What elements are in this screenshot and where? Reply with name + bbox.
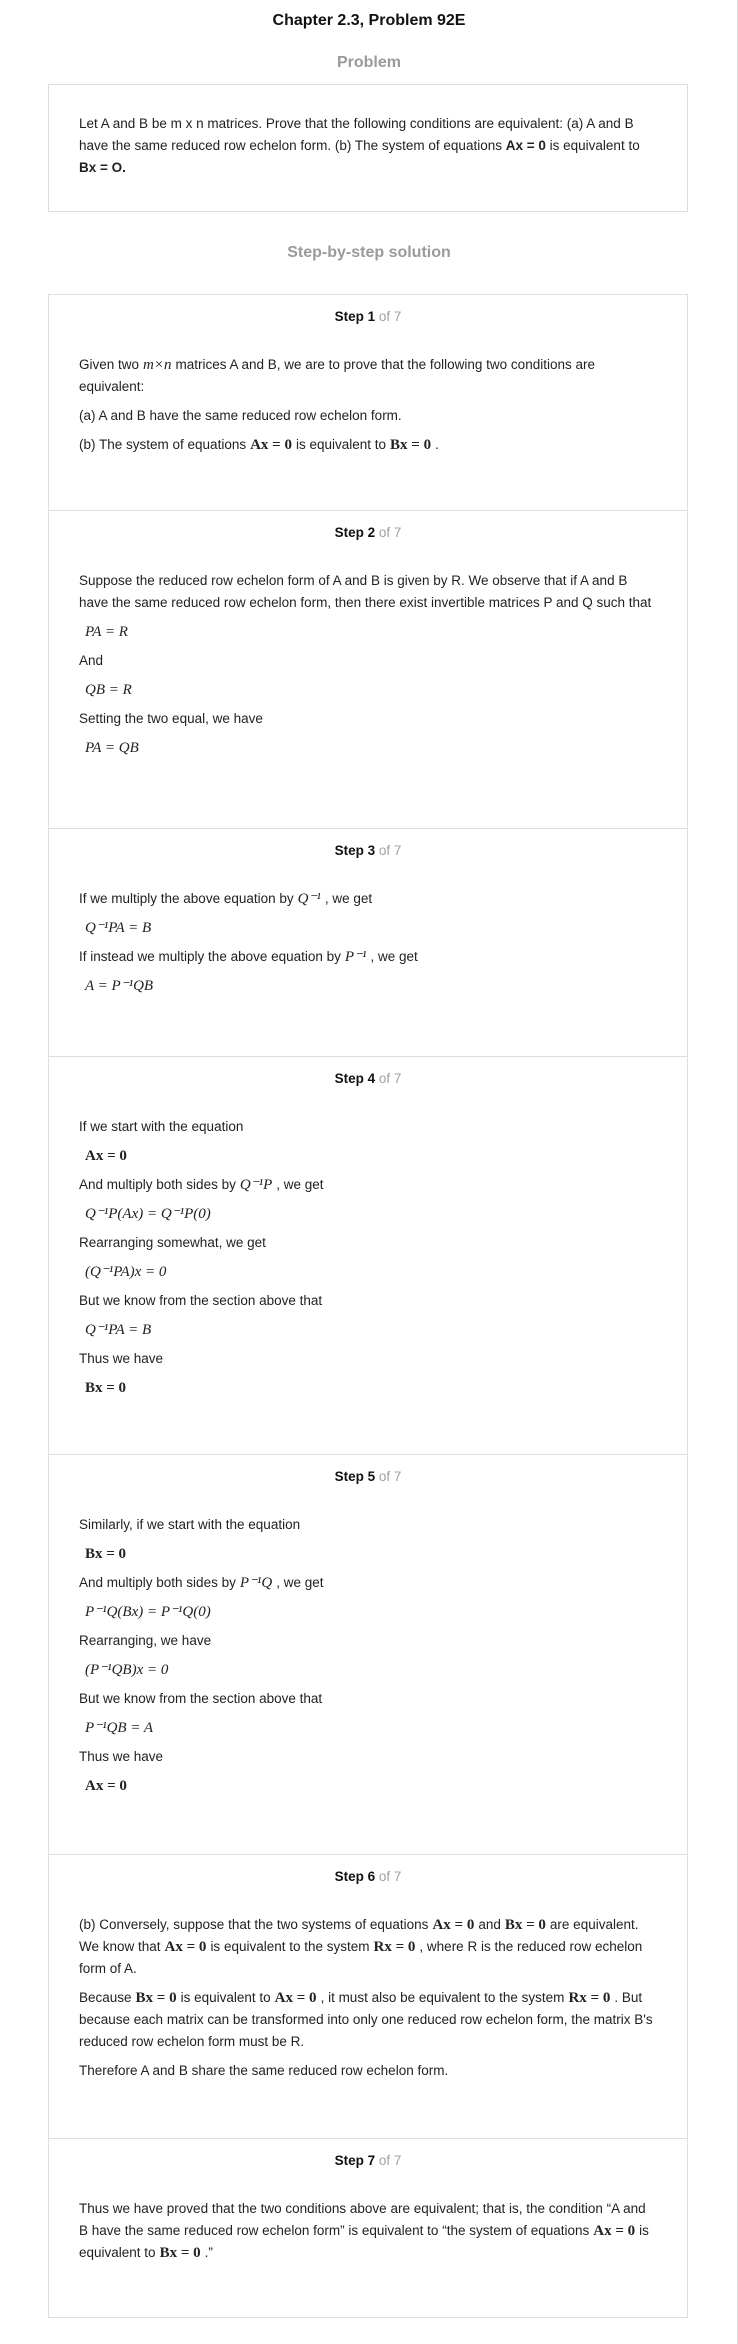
step-4-line-5: Thus we have [79, 1351, 164, 1366]
step-4-line-1: If we start with the equation [79, 1119, 244, 1134]
step-4-eq-5: Bx = 0 [85, 1380, 127, 1396]
step-5-eq-5: Ax = 0 [85, 1778, 127, 1794]
step-3-header: Step 3 of 7 [334, 843, 402, 858]
problem-eq-bx: Bx = O. [79, 160, 126, 175]
step-4-line-3: Rearranging somewhat, we get [79, 1235, 266, 1250]
page-title: Chapter 2.3, Problem 92E [272, 12, 466, 29]
step-6-para-3: Therefore A and B share the same reduced… [79, 2063, 449, 2078]
step-2-header: Step 2 of 7 [334, 525, 402, 540]
step-4-line-2: And multiply both sides by Q⁻¹P, we get [79, 1177, 324, 1193]
step-3: Step 3 of 7 If we multiply the above equ… [48, 828, 688, 1056]
step-2-line-3: Setting the two equal, we have [79, 711, 263, 726]
problem-eq-ax: Ax = 0 [505, 138, 546, 153]
step-1: Step 1 of 7 Given two m×n matrices A and B… [48, 294, 688, 510]
step-5-eq-3: (P⁻¹QB)x = 0 [85, 1662, 169, 1678]
step-5-line-5: Thus we have [79, 1749, 164, 1764]
step-5-line-4: But we know from the section above that [79, 1691, 323, 1706]
step-3-eq-2: A = P⁻¹QB [85, 978, 154, 994]
step-4-line-4: But we know from the section above that [79, 1293, 323, 1308]
step-1-line-1: Given two m×n matrices A and B, we are to … [79, 357, 595, 394]
step-4-eq-3: (Q⁻¹PA)x = 0 [85, 1264, 167, 1280]
step-2-line-2: And [79, 653, 104, 668]
step-7: Step 7 of 7 Thus we have proved that the… [48, 2138, 688, 2318]
step-4-eq-4: Q⁻¹PA = B [85, 1322, 152, 1338]
step-7-header: Step 7 of 7 [334, 2153, 402, 2168]
step-6-para-1: (b) Conversely, suppose that the two sys… [79, 1917, 643, 1976]
step-2-line-1: Suppose the reduced row echelon form of … [79, 573, 652, 610]
step-4-eq-1: Ax = 0 [85, 1148, 127, 1164]
step-4-header: Step 4 of 7 [334, 1071, 402, 1086]
step-5-line-3: Rearranging, we have [79, 1633, 212, 1648]
step-5-eq-1: Bx = 0 [85, 1546, 127, 1562]
problem-text-mid: is equivalent to [545, 138, 640, 153]
step-3-line-2: If instead we multiply the above equatio… [79, 949, 418, 965]
step-5-line-2: And multiply both sides by P⁻¹Q, we get [79, 1575, 324, 1591]
step-1-line-3: (b) The system of equations Ax = 0 is equi… [79, 437, 439, 453]
step-5-eq-2: P⁻¹Q(Bx) = P⁻¹Q(0) [85, 1604, 211, 1620]
step-3-eq-1: Q⁻¹PA = B [85, 920, 152, 936]
step-1-header: Step 1 of 7 [334, 309, 402, 324]
step-2-eq-3: PA = QB [85, 740, 139, 756]
step-5-header: Step 5 of 7 [334, 1469, 402, 1484]
step-5-eq-4: P⁻¹QB = A [85, 1720, 154, 1736]
step-6: Step 6 of 7 (b) Conversely, suppose that… [48, 1854, 688, 2138]
step-4: Step 4 of 7 If we start with the equatio… [48, 1056, 688, 1454]
step-4-eq-2: Q⁻¹P(Ax) = Q⁻¹P(0) [85, 1206, 211, 1222]
step-5-line-1: Similarly, if we start with the equation [79, 1517, 301, 1532]
step-7-para-1: Thus we have proved that the two conditi… [79, 2201, 649, 2261]
step-2-eq-2: QB = R [85, 682, 132, 698]
problem-box: Let A and B be m x n matrices. Prove tha… [48, 84, 688, 212]
step-2: Step 2 of 7 Suppose the reduced row eche… [48, 510, 688, 828]
step-6-header: Step 6 of 7 [334, 1869, 402, 1884]
step-5: Step 5 of 7 Similarly, if we start with … [48, 1454, 688, 1854]
problem-heading: Problem [336, 54, 401, 71]
step-2-eq-1: PA = R [85, 624, 128, 640]
solution-heading: Step-by-step solution [287, 244, 451, 261]
step-6-para-2: Because Bx = 0 is equivalent to Ax = 0, it … [79, 1990, 653, 2049]
step-1-line-2: (a) A and B have the same reduced row ec… [79, 408, 402, 423]
step-3-line-1: If we multiply the above equation by Q⁻¹,… [79, 891, 373, 907]
